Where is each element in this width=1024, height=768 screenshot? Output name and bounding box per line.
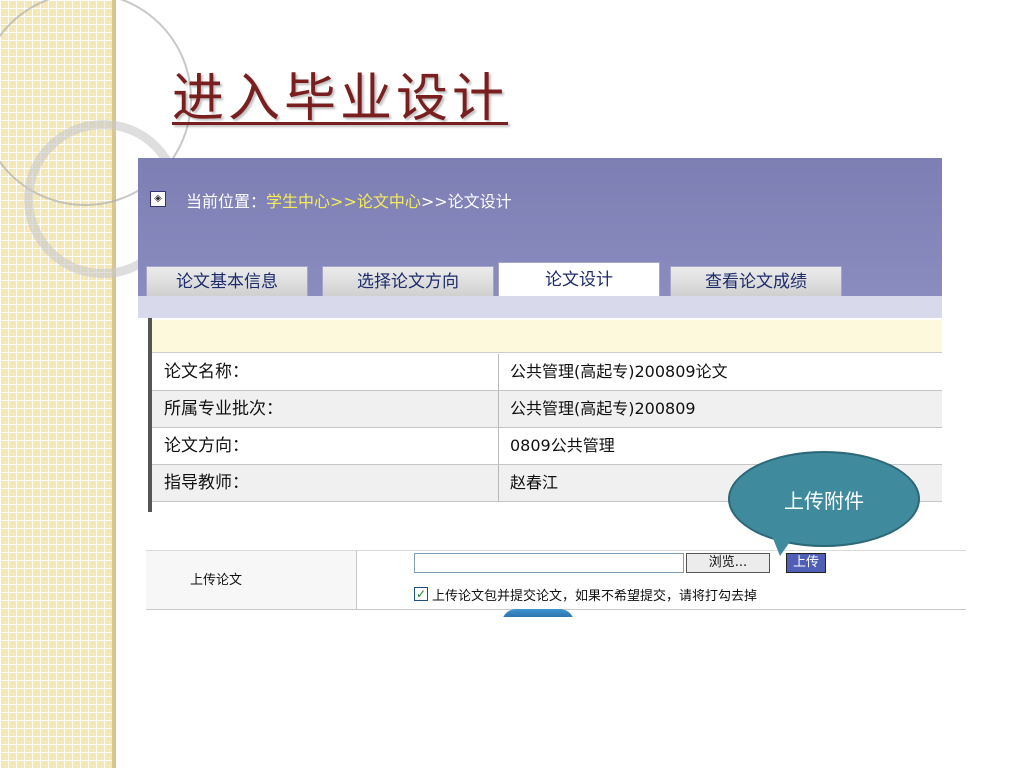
tab-content-band	[138, 296, 942, 318]
row-value: 公共管理(高起专)200809	[510, 399, 696, 418]
submit-checkbox-label: 上传论文包并提交论文，如果不希望提交，请将打勾去掉	[432, 589, 758, 604]
upload-label: 上传论文	[190, 573, 243, 588]
tab-thesis-design[interactable]: 论文设计	[498, 262, 660, 297]
row-value: 0809公共管理	[510, 436, 615, 455]
location-icon: ◈	[150, 191, 166, 207]
row-key: 所属专业批次：	[164, 399, 283, 419]
callout-bubble: 上传附件	[728, 451, 920, 547]
file-path-input[interactable]	[414, 553, 684, 573]
crumb-student-center[interactable]: 学生中心	[266, 192, 330, 211]
location-breadcrumb: 当前位置：学生中心>>论文中心>>论文设计	[186, 188, 512, 212]
row-value: 赵春江	[510, 473, 559, 492]
tab-thesis-basic-info[interactable]: 论文基本信息	[146, 266, 308, 297]
row-value: 公共管理(高起专)200809论文	[510, 362, 728, 381]
crumb-thesis-design: 论文设计	[447, 192, 512, 211]
globe-icon	[502, 609, 574, 617]
crumb-separator: >>	[330, 192, 357, 211]
browse-button[interactable]: 浏览...	[686, 553, 770, 573]
submit-checkbox[interactable]: ✓	[414, 587, 428, 601]
table-row: 论文名称： 公共管理(高起专)200809论文	[152, 354, 942, 391]
column-divider	[498, 465, 499, 501]
column-divider	[498, 354, 499, 390]
upload-strip: 上传论文 浏览... 上传 ✓ 上传论文包并提交论文，如果不希望提交，请将打勾去…	[146, 550, 966, 617]
crumb-thesis-center[interactable]: 论文中心	[357, 192, 421, 211]
column-divider	[498, 428, 499, 464]
upload-label-cell: 上传论文	[146, 551, 357, 609]
content-header-bar	[152, 320, 942, 353]
callout-tail	[772, 536, 794, 556]
tab-choose-thesis-direction[interactable]: 选择论文方向	[322, 266, 494, 297]
row-key: 指导教师：	[164, 473, 249, 493]
table-row: 所属专业批次： 公共管理(高起专)200809	[152, 391, 942, 428]
crumb-separator: >>	[420, 192, 448, 211]
row-key: 论文方向：	[164, 436, 249, 456]
upload-button[interactable]: 上传	[786, 553, 826, 573]
tab-view-thesis-grades[interactable]: 查看论文成绩	[670, 266, 842, 297]
slide-title: 进入毕业设计	[172, 69, 509, 129]
column-divider	[498, 391, 499, 427]
location-label: 当前位置：	[186, 192, 267, 211]
row-key: 论文名称：	[164, 362, 249, 382]
panel-header: ◈ 当前位置：学生中心>>论文中心>>论文设计 论文基本信息 选择论文方向 论文…	[138, 158, 942, 297]
